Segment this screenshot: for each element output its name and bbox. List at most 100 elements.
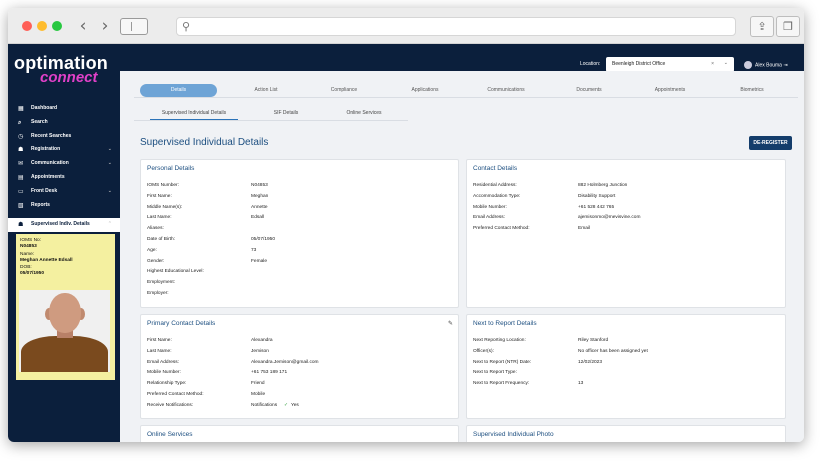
sidebar-item-label: Registration: [31, 146, 61, 153]
dob-value: 05/07/1950: [20, 271, 45, 276]
user-name: Alex Bouma: [755, 62, 782, 69]
sidebar-item-label: Search: [31, 118, 48, 125]
field-label: Preferred Contact Method:: [473, 226, 530, 232]
tab-applications[interactable]: Applications: [391, 84, 459, 97]
primary-contact-title: Primary Contact Details: [147, 320, 216, 327]
subtab-supervised-details[interactable]: Supervised Individual Details: [150, 107, 238, 120]
main-tabs: Details Action List Compliance Applicati…: [134, 84, 798, 98]
browser-window: ‹ › ⚲ ⇪ ❐ Location: Beenleigh District O…: [8, 8, 804, 442]
close-window-button[interactable]: [22, 21, 32, 31]
sidebar-item-registration[interactable]: ☗ Registration ⌄: [8, 143, 120, 157]
tab-action-list[interactable]: Action List: [232, 84, 300, 97]
personal-details-title: Personal Details: [147, 165, 195, 172]
field-label: Last Name:: [147, 215, 172, 221]
tab-compliance[interactable]: Compliance: [310, 84, 378, 97]
field-label: Highest Educational Level:: [147, 269, 204, 275]
forward-icon[interactable]: ›: [96, 17, 114, 35]
sidebar-item-supervised-details[interactable]: ☗ Supervised Indiv. Details ⌃: [8, 218, 120, 233]
online-services-panel: Online Services IOMS Risk Profile:Low: [140, 425, 459, 442]
user-menu[interactable]: Alex Bouma ⇥: [744, 61, 788, 69]
sidebar-item-front-desk[interactable]: ▭ Front Desk ⌄: [8, 185, 120, 199]
field-value: Female: [251, 258, 267, 264]
sidebar-item-communication[interactable]: ✉ Communication ⌄: [8, 157, 120, 171]
field-label: Date of Birth:: [147, 237, 175, 242]
field-label: Email Address:: [147, 359, 179, 365]
field-value: Alexandra.Jemison@gmail.com: [251, 359, 319, 365]
location-value: Beenleigh District Office: [612, 61, 666, 67]
field-value: Edsall: [251, 215, 265, 221]
field-value: ajemisonmo@mevisvine.com: [578, 215, 641, 221]
edit-icon[interactable]: ✎: [448, 320, 453, 327]
field-label: Next to Report Type:: [473, 370, 517, 376]
field-label: Accommodation Type:: [473, 193, 521, 199]
field-label: Mobile Number:: [473, 204, 507, 210]
field-label: Next Reporting Location:: [473, 338, 526, 343]
tab-appointments[interactable]: Appointments: [636, 84, 704, 97]
top-bar: Location: Beenleigh District Office × ⌄ …: [8, 44, 804, 72]
field-label: Employment:: [147, 280, 175, 286]
tab-documents[interactable]: Documents: [555, 84, 623, 97]
chevron-down-icon: ⌄: [107, 187, 112, 194]
photo-panel-title: Supervised Individual Photo: [473, 431, 554, 438]
field-label: Mobile Number:: [147, 370, 181, 376]
field-label: First Name:: [147, 338, 172, 343]
sidebar-item-label: Communication: [31, 160, 69, 167]
field-value: N04853: [251, 183, 268, 188]
tab-communications[interactable]: Communications: [472, 84, 540, 97]
share-icon[interactable]: ⇪: [750, 16, 774, 37]
iomsno-value: N04853: [20, 244, 37, 249]
check-icon: ✓: [284, 402, 289, 408]
sidebar-item-label: Dashboard: [31, 105, 58, 111]
online-services-title: Online Services: [147, 431, 193, 438]
field-value: Alexandra: [251, 338, 273, 343]
field-value: Annette: [251, 204, 268, 210]
tabs-overview-icon[interactable]: ❐: [776, 16, 800, 37]
sidebar-toggle-button[interactable]: [120, 18, 148, 35]
field-label: Gender:: [147, 258, 165, 264]
sidebar-item-dashboard[interactable]: ▦ Dashboard: [8, 102, 120, 116]
sidebar-item-reports[interactable]: ▧ Reports: [8, 199, 120, 213]
field-label: Last Name:: [147, 348, 172, 354]
search-icon: ⌕: [18, 118, 22, 126]
field-value: Jemison: [251, 348, 269, 354]
name-value: Meghan Annette Edsall: [20, 257, 73, 263]
field-value: Email: [578, 226, 590, 232]
subtab-online-services[interactable]: Online Services: [338, 107, 390, 120]
person-summary-card: IOMS No: N04853 Name: Meghan Annette Eds…: [16, 234, 115, 380]
subtab-sif-details[interactable]: SIF Details: [266, 107, 306, 120]
sidebar-item-label: Supervised Indiv. Details: [31, 221, 90, 228]
contact-details-panel: Contact Details Residential Address: 882 …: [466, 159, 786, 308]
logo-subtitle: connect: [40, 69, 98, 86]
field-label: Email Address:: [473, 215, 505, 221]
deregister-button[interactable]: DE-REGISTER: [749, 136, 792, 150]
field-label: Relationship Type:: [147, 381, 187, 387]
sidebar-item-label: Reports: [31, 201, 50, 208]
minimize-window-button[interactable]: [37, 21, 47, 31]
field-label: Preferred Contact Method:: [147, 392, 204, 397]
field-label: Receive Notifications:: [147, 402, 194, 408]
field-value: +61 528 442 765: [578, 204, 615, 210]
chevron-up-icon: ⌃: [107, 221, 112, 228]
clear-icon[interactable]: ×: [711, 61, 714, 67]
field-value: 12/02/2023: [578, 359, 603, 365]
dashboard-icon: ▦: [18, 105, 24, 112]
field-value: +61 753 189 171: [251, 370, 288, 376]
field-label: Age:: [147, 247, 157, 253]
sidebar-item-appointments[interactable]: ▤ Appointments: [8, 171, 120, 185]
tab-details[interactable]: Details: [140, 84, 217, 97]
chevron-down-icon[interactable]: ⌄: [724, 60, 728, 66]
address-bar[interactable]: ⚲: [176, 17, 736, 36]
sidebar-item-label: Appointments: [31, 173, 65, 180]
location-select[interactable]: Beenleigh District Office × ⌄: [606, 57, 734, 72]
contact-details-title: Contact Details: [473, 165, 518, 172]
sidebar-item-search[interactable]: ⌕ Search: [8, 116, 120, 130]
sidebar-item-recent-searches[interactable]: ◷ Recent Searches: [8, 130, 120, 144]
next-to-report-panel: Next to Report Details Next Reporting Lo…: [466, 314, 786, 419]
maximize-window-button[interactable]: [52, 21, 62, 31]
sidebar-menu: ▦ Dashboard ⌕ Search ◷ Recent Searches ☗ Reg…: [8, 102, 120, 233]
logout-icon[interactable]: ⇥: [783, 62, 787, 68]
back-icon[interactable]: ‹: [74, 17, 92, 35]
chevron-down-icon: ⌄: [107, 160, 112, 167]
field-label: Next to Report Frequency:: [473, 381, 530, 387]
tab-biometrics[interactable]: Biometrics: [718, 84, 786, 97]
